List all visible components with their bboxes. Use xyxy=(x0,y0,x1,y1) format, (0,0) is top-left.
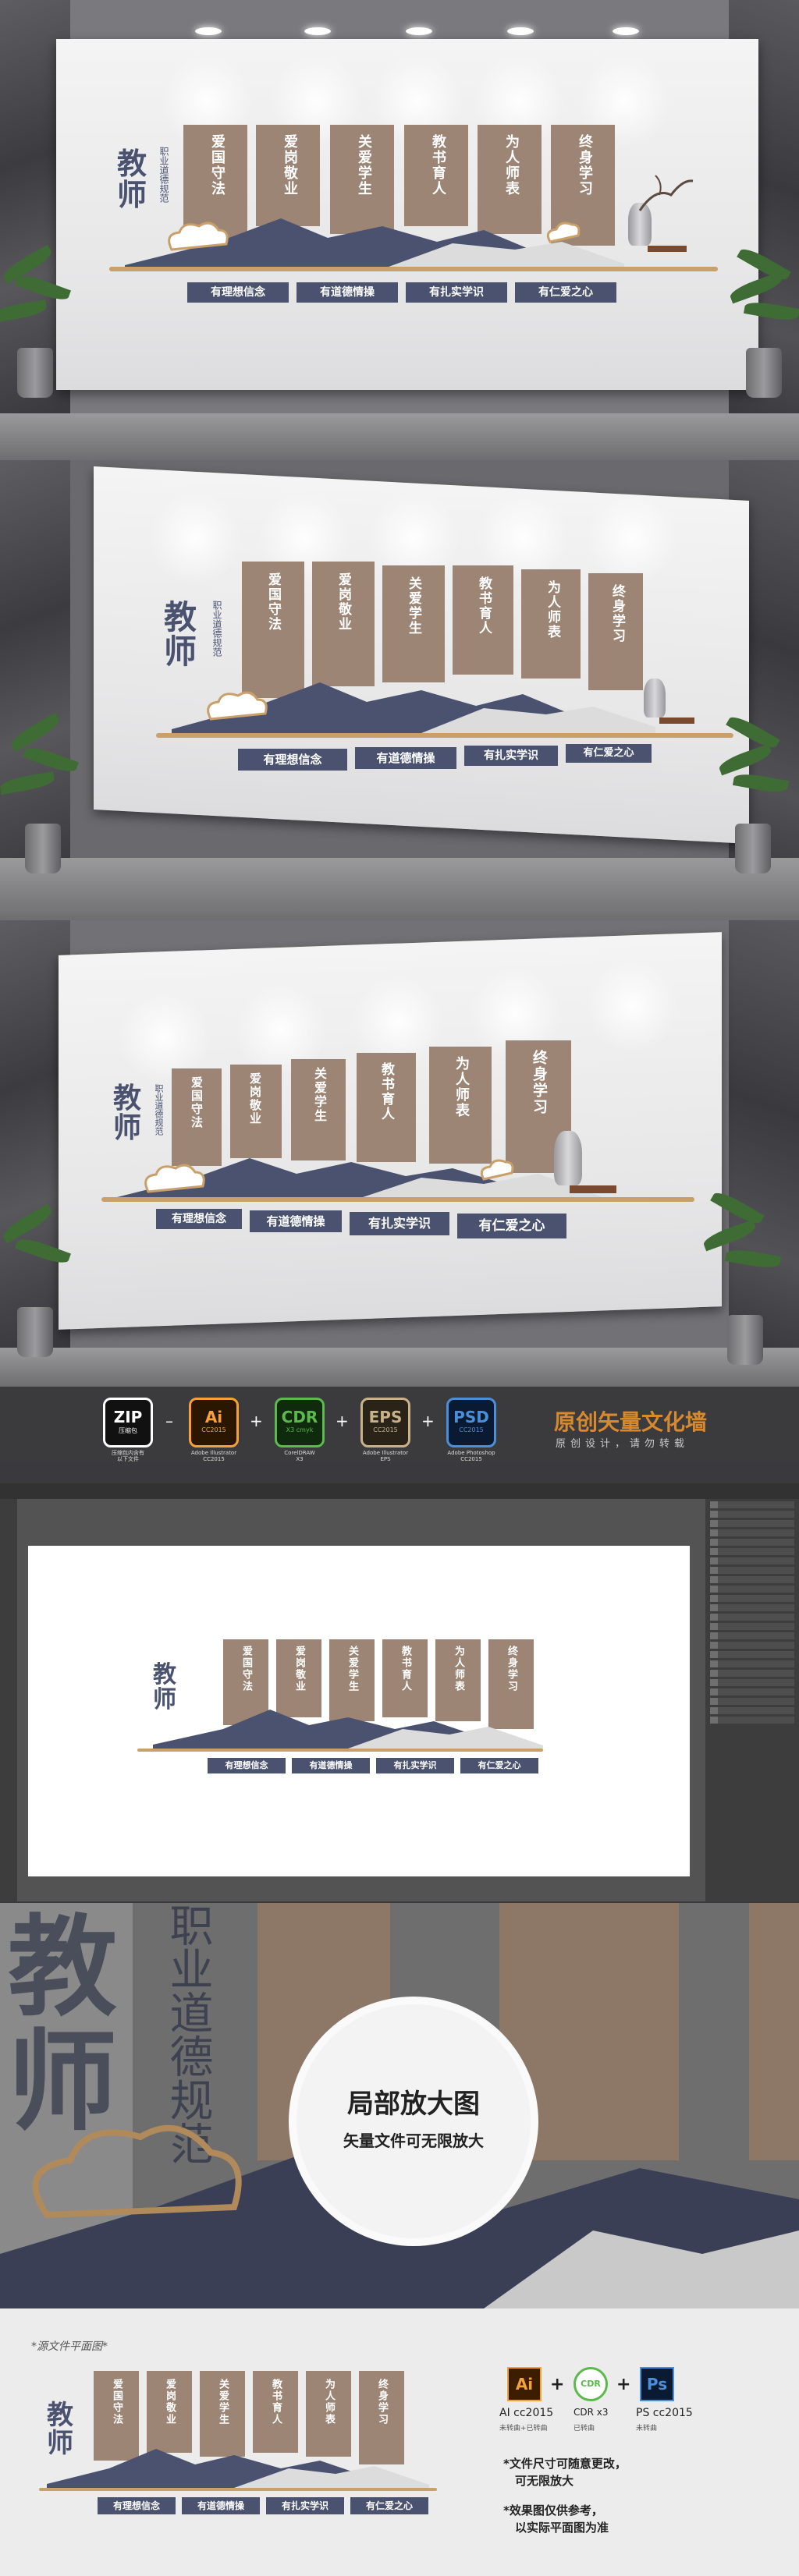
editor-menu-bar xyxy=(0,1483,799,1499)
potted-plant xyxy=(0,234,71,398)
value-tag: 有仁爱之心 xyxy=(457,1214,566,1238)
mountain-graphic xyxy=(47,2449,429,2488)
format-label: CorelDRAW X3 xyxy=(284,1450,315,1462)
zoom-badge: 局部放大图 矢量文件可无限放大 xyxy=(289,1997,538,2246)
value-tag: 有仁爱之心 xyxy=(350,2497,428,2514)
value-tag: 有理想信念 xyxy=(156,1209,242,1229)
software-label: AI cc2015 xyxy=(499,2407,554,2419)
rail xyxy=(39,2488,437,2491)
design-subtitle: 职业道德规范 xyxy=(211,601,222,657)
design-subtitle: 职业道德规范 xyxy=(154,1084,164,1136)
books xyxy=(659,718,694,724)
zoom-subtitle: 矢量文件可无限放大 xyxy=(343,2131,484,2150)
design-title: 教师 xyxy=(164,598,197,671)
wall-design: 教师 职业道德规范 爱国守法 爱岗敬业 关爱学生 教书育人 为人师表 终身学习 … xyxy=(101,1040,710,1279)
ai-software-icon: Ai xyxy=(507,2367,542,2401)
flat-caption: *源文件平面图* xyxy=(31,2340,108,2353)
value-tag: 有道德情操 xyxy=(355,747,456,769)
value-tag: 有道德情操 xyxy=(250,1210,342,1232)
rail xyxy=(109,267,718,271)
cdr-software-icon: CDR xyxy=(574,2367,608,2401)
zip-format-icon: ZIP 压缩包 xyxy=(103,1398,153,1447)
editor-screenshot: 教师 爱国守法 爱岗敬业 关爱学生 教书育人 为人师表 终身学习 有理想信念 有… xyxy=(0,1483,799,1901)
wall-design: 教师 爱国守法 爱岗敬业 关爱学生 教书育人 为人师表 终身学习 有理想信念 有… xyxy=(39,2371,445,2527)
file-format-bar: ZIP 压缩包 压缩包内含有 以下文件 – Ai CC2015 Adobe Illu… xyxy=(0,1387,799,1462)
eps-format-icon: EPS CC2015 xyxy=(360,1398,410,1447)
value-tag: 有仁爱之心 xyxy=(566,744,652,763)
cdr-format-icon: CDR X3 cmyk xyxy=(275,1398,325,1447)
zoom-detail: 教师 职业道德规范 局部放大图 矢量文件可无限放大 xyxy=(0,1903,799,2308)
format-label: Adobe Illustrator EPS xyxy=(362,1450,409,1462)
vase xyxy=(554,1131,582,1185)
value-tag: 有理想信念 xyxy=(98,2497,176,2514)
mountain-graphic xyxy=(117,1158,601,1201)
value-tag: 有理想信念 xyxy=(187,282,289,303)
format-label: Adobe Photoshop CC2015 xyxy=(447,1450,495,1462)
value-tag: 有仁爱之心 xyxy=(515,282,616,303)
rail xyxy=(101,1197,694,1202)
mockup-scene-1: 教师 职业道德规范 爱国守法 爱岗敬业 关爱学生 教书育人 为人师表 终身学习 … xyxy=(0,0,799,460)
layers-panel xyxy=(705,1499,799,1901)
note-line: *文件尺寸可随意更改， xyxy=(503,2457,627,2471)
software-note: 未转曲+已转曲 xyxy=(499,2425,548,2432)
ps-software-icon: Ps xyxy=(640,2367,674,2401)
mockup-scene-3: 教师 职业道德规范 爱国守法 爱岗敬业 关爱学生 教书育人 为人师表 终身学习 … xyxy=(0,920,799,1387)
value-tag: 有道德情操 xyxy=(292,1758,370,1773)
value-tag: 有扎实学识 xyxy=(464,746,558,766)
format-label: 压缩包内含有 以下文件 xyxy=(112,1450,144,1462)
potted-plant xyxy=(728,234,799,398)
note-line: *效果图仅供参考， xyxy=(503,2503,603,2518)
value-tag: 有扎实学识 xyxy=(350,1212,449,1235)
wall-design: 教师 职业道德规范 爱国守法 爱岗敬业 关爱学生 教书育人 为人师表 终身学习 … xyxy=(109,117,718,312)
books xyxy=(570,1185,616,1193)
banner: 教书育人 xyxy=(453,565,513,675)
format-label: Adobe Illustrator CC2015 xyxy=(190,1450,237,1462)
banner: 为人师表 xyxy=(521,569,581,679)
mountain-graphic xyxy=(153,1710,543,1749)
psd-format-icon: PSD CC2015 xyxy=(446,1398,496,1447)
value-tag: 有道德情操 xyxy=(297,282,398,303)
software-label: PS cc2015 xyxy=(636,2407,693,2419)
vase xyxy=(644,679,666,718)
potted-plant xyxy=(701,1185,788,1365)
note-line: 可无限放大 xyxy=(515,2474,574,2488)
potted-plant xyxy=(0,710,79,873)
rail xyxy=(156,733,733,738)
value-tag: 有理想信念 xyxy=(238,749,347,771)
potted-plant xyxy=(0,1201,71,1357)
value-tag: 有扎实学识 xyxy=(266,2497,344,2514)
preview-page: 教师 职业道德规范 爱国守法 爱岗敬业 关爱学生 教书育人 为人师表 终身学习 … xyxy=(0,0,799,2576)
ai-format-icon: Ai CC2015 xyxy=(189,1398,239,1447)
rail xyxy=(137,1749,543,1752)
books xyxy=(648,246,687,252)
value-tag: 有道德情操 xyxy=(182,2497,260,2514)
plum-branch-icon xyxy=(638,175,694,211)
zoom-title: 局部放大图 xyxy=(347,2089,480,2120)
mockup-scene-2: 教师 职业道德规范 爱国守法 爱岗敬业 关爱学生 教书育人 为人师表 终身学习 … xyxy=(0,460,799,920)
source-flat-view: *源文件平面图* 教师 爱国守法 爱岗敬业 关爱学生 教书育人 为人师表 终身学… xyxy=(0,2308,799,2576)
value-tag: 有仁爱之心 xyxy=(460,1758,538,1773)
wall-design: 教师 职业道德规范 爱国守法 爱岗敬业 关爱学生 教书育人 为人师表 终身学习 … xyxy=(156,562,733,788)
brand-subtitle: 原创设计，请勿转载 xyxy=(556,1438,690,1450)
software-label: CDR x3 xyxy=(574,2407,609,2418)
software-note: 未转曲 xyxy=(636,2425,658,2432)
value-tag: 有扎实学识 xyxy=(376,1758,454,1773)
editor-toolbar xyxy=(0,1499,17,1901)
brand-title: 原创矢量文化墙 xyxy=(554,1409,708,1435)
note-line: 以实际平面图为准 xyxy=(515,2521,609,2535)
wall-design: 教师 爱国守法 爱岗敬业 关爱学生 教书育人 为人师表 终身学习 有理想信念 有… xyxy=(137,1639,605,1795)
software-note: 已转曲 xyxy=(574,2425,595,2432)
value-tag: 有理想信念 xyxy=(208,1758,286,1773)
artboard: 教师 爱国守法 爱岗敬业 关爱学生 教书育人 为人师表 终身学习 有理想信念 有… xyxy=(28,1546,690,1876)
value-tag: 有扎实学识 xyxy=(406,282,507,303)
